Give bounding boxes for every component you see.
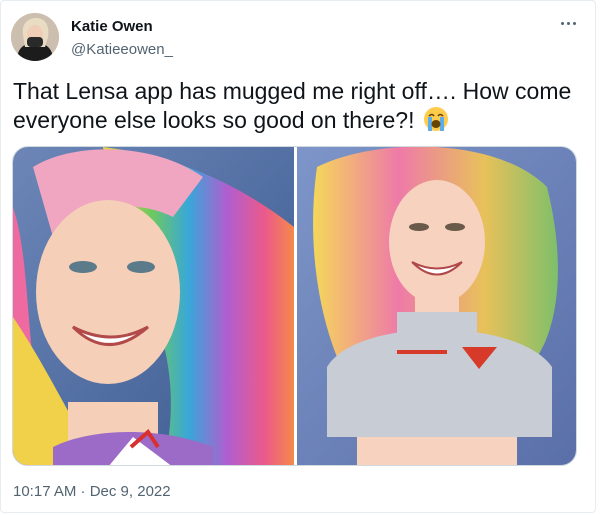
tweet-media[interactable] <box>12 146 577 466</box>
user-handle[interactable]: @Katieeowen_ <box>71 41 173 58</box>
photo-2-image <box>297 147 576 465</box>
photo-1-image <box>13 147 294 465</box>
tweet-card: Katie Owen @Katieeowen_ That Lensa app h… <box>0 0 596 513</box>
tweet-text: That Lensa app has mugged me right off….… <box>13 77 583 139</box>
display-name[interactable]: Katie Owen <box>71 18 153 35</box>
avatar[interactable] <box>11 13 59 61</box>
avatar-image <box>11 13 59 61</box>
tweet-body: That Lensa app has mugged me right off….… <box>13 78 572 133</box>
tweet-timestamp[interactable]: 10:17 AM · Dec 9, 2022 <box>13 483 171 500</box>
loudly-crying-face-icon <box>423 106 449 139</box>
photo-1[interactable] <box>13 147 294 465</box>
photo-2[interactable] <box>297 147 576 465</box>
more-options-icon[interactable] <box>557 13 581 33</box>
